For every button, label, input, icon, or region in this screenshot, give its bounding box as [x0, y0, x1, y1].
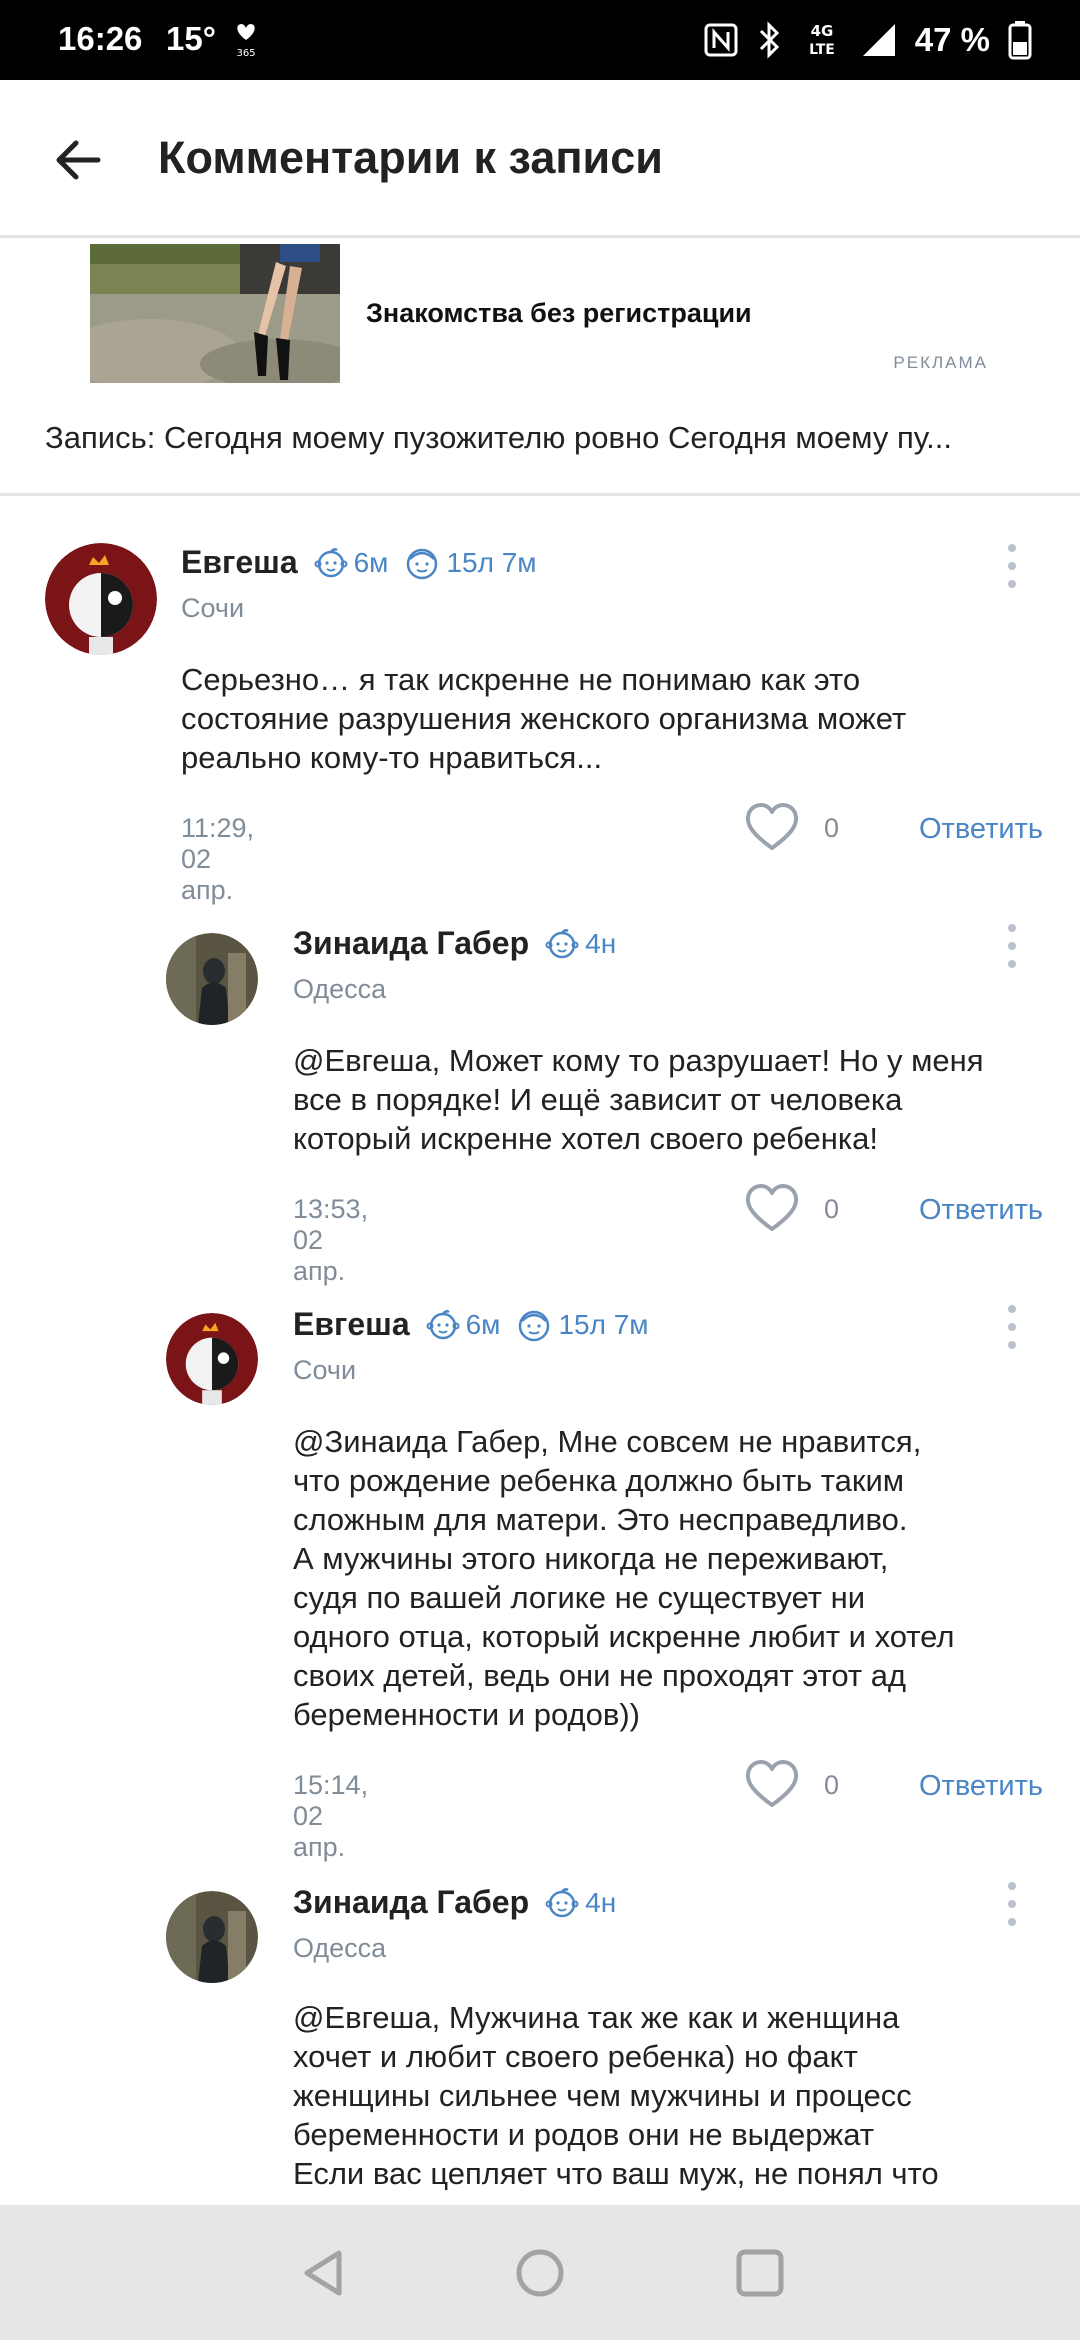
nav-home-icon[interactable] — [512, 2245, 568, 2301]
text-line: своих детей, ведь они не проходят этот а… — [293, 1658, 907, 1693]
reply-button[interactable]: Ответить — [919, 1194, 1043, 1227]
badge-text: 4н — [585, 927, 617, 959]
ad-banner[interactable]: Знакомства без регистрации РЕКЛАМА — [0, 241, 1080, 393]
pregnancy-badge: 4н — [545, 1886, 616, 1920]
text-line: который искренне хотел своего ребенка! — [293, 1121, 879, 1156]
app-bar: Комментарии к записи — [0, 80, 1080, 238]
badge-text: 6м — [465, 1308, 501, 1340]
ad-image[interactable] — [90, 244, 340, 383]
comment-time: 11:29, 02 апр. — [181, 813, 255, 905]
text-line: хочет и любит своего ребенка) но факт — [293, 2039, 858, 2074]
text-line: что рождение ребенка должно быть таким — [293, 1463, 905, 1498]
comment-time: 13:53, 02 апр. — [293, 1194, 369, 1286]
like-count: 0 — [824, 1770, 840, 1800]
svg-text:365: 365 — [236, 48, 255, 59]
text-line: @Зинаида Габер, Мне совсем не нравится, — [293, 1424, 922, 1459]
baby-icon — [426, 1309, 460, 1339]
pregnancy-badge: 4н — [545, 927, 616, 961]
pregnancy-badge: 6м — [426, 1308, 501, 1342]
heart-icon[interactable] — [744, 1759, 800, 1809]
author-name[interactable]: Евгеша — [181, 544, 298, 581]
nav-back-icon[interactable] — [295, 2245, 351, 2301]
comment-text: @Евгеша, Мужчина так же как и женщина хо… — [293, 1998, 1053, 2205]
baby-icon — [545, 928, 579, 958]
status-temperature: 15° — [166, 20, 216, 57]
author-name[interactable]: Зинаида Габер — [293, 1884, 529, 1921]
avatar[interactable] — [166, 933, 258, 1025]
like-count: 0 — [824, 1194, 840, 1224]
text-line: судя по вашей логике не существует ни — [293, 1580, 866, 1615]
child-face-icon — [407, 548, 438, 579]
text-line: состояние разрушения женского организма … — [181, 701, 907, 736]
avatar[interactable] — [45, 543, 157, 655]
text-line: @Евгеша, Мужчина так же как и женщина — [293, 2000, 900, 2035]
badge-text: 15л 7м — [446, 546, 537, 578]
divider — [0, 493, 1080, 496]
status-icons: 4G LTE 47 % — [703, 14, 1032, 66]
comment-text: Серьезно… я так искренне не понимаю как … — [181, 660, 1041, 777]
author-city: Сочи — [181, 593, 245, 623]
ad-label: РЕКЛАМА — [893, 353, 988, 372]
text-line: сложным для матери. Это несправедливо. — [293, 1502, 908, 1537]
comment-text: @Зинаида Габер, Мне совсем не нравится, … — [293, 1422, 1053, 1734]
badge-text: 15л 7м — [558, 1308, 649, 1340]
child-face-icon — [519, 1310, 550, 1341]
health-heart-icon: 365 — [236, 24, 256, 59]
svg-text:4G: 4G — [810, 22, 833, 40]
bluetooth-icon — [759, 21, 779, 59]
baby-icon — [545, 1887, 579, 1917]
network-icon: 4G LTE — [809, 22, 835, 58]
more-options-icon[interactable] — [1002, 1301, 1022, 1353]
avatar[interactable] — [166, 1891, 258, 1983]
author-city: Сочи — [293, 1355, 357, 1385]
baby-icon — [314, 547, 348, 577]
post-reference[interactable]: Запись: Сегодня моему пузожителю ровно С… — [45, 420, 1035, 456]
reply-button[interactable]: Ответить — [919, 1770, 1043, 1803]
svg-text:LTE: LTE — [809, 42, 835, 58]
more-options-icon[interactable] — [1002, 1878, 1022, 1930]
heart-icon[interactable] — [744, 1183, 800, 1233]
child-age-badge: 15л 7м — [404, 545, 537, 581]
nav-recents-icon[interactable] — [732, 2245, 788, 2301]
badge-text: 6м — [353, 546, 389, 578]
text-line: Серьезно… я так искренне не понимаю как … — [181, 662, 861, 697]
status-bar: 16:26 15° 365 4G LTE 47 % — [0, 0, 1080, 80]
page-title: Комментарии к записи — [158, 132, 663, 183]
badge-text: 4н — [585, 1886, 617, 1918]
status-time: 16:26 — [58, 20, 143, 57]
nfc-icon — [704, 23, 738, 57]
text-line: беременности и родов)) — [293, 1697, 640, 1732]
text-line: все в порядке! И ещё зависит от человека — [293, 1082, 903, 1117]
comment-text: @Евгеша, Может кому то разрушает! Но у м… — [293, 1041, 1053, 1158]
child-age-badge: 15л 7м — [516, 1307, 649, 1343]
author-city: Одесса — [293, 974, 387, 1004]
author-name[interactable]: Зинаида Габер — [293, 925, 529, 962]
more-options-icon[interactable] — [1002, 920, 1022, 972]
text-line: Если вас цепляет что ваш муж, не понял ч… — [293, 2156, 939, 2191]
battery-icon — [1008, 21, 1032, 60]
text-line: беременности и родов они не выдержат — [293, 2117, 875, 2152]
author-name[interactable]: Евгеша — [293, 1306, 410, 1343]
back-arrow-icon[interactable] — [50, 132, 106, 188]
battery-percent: 47 % — [914, 21, 990, 58]
signal-icon — [862, 24, 895, 56]
pregnancy-badge: 6м — [314, 546, 389, 580]
comment-time: 15:14, 02 апр. — [293, 1770, 369, 1862]
system-nav-bar — [0, 2205, 1080, 2340]
author-city: Одесса — [293, 1933, 387, 1963]
reply-button[interactable]: Ответить — [919, 813, 1043, 846]
heart-icon[interactable] — [744, 802, 800, 852]
more-options-icon[interactable] — [1002, 540, 1022, 592]
text-line: одного отца, который искренне любит и хо… — [293, 1619, 955, 1654]
ad-title[interactable]: Знакомства без регистрации — [366, 298, 752, 329]
text-line: А мужчины этого никогда не переживают, — [293, 1541, 889, 1576]
avatar[interactable] — [166, 1313, 258, 1405]
text-line: @Евгеша, Может кому то разрушает! Но у м… — [293, 1043, 984, 1078]
text-line: реально кому-то нравиться... — [181, 740, 603, 775]
text-line: женщины сильнее чем мужчины и процесс — [293, 2078, 912, 2113]
like-count: 0 — [824, 813, 840, 843]
